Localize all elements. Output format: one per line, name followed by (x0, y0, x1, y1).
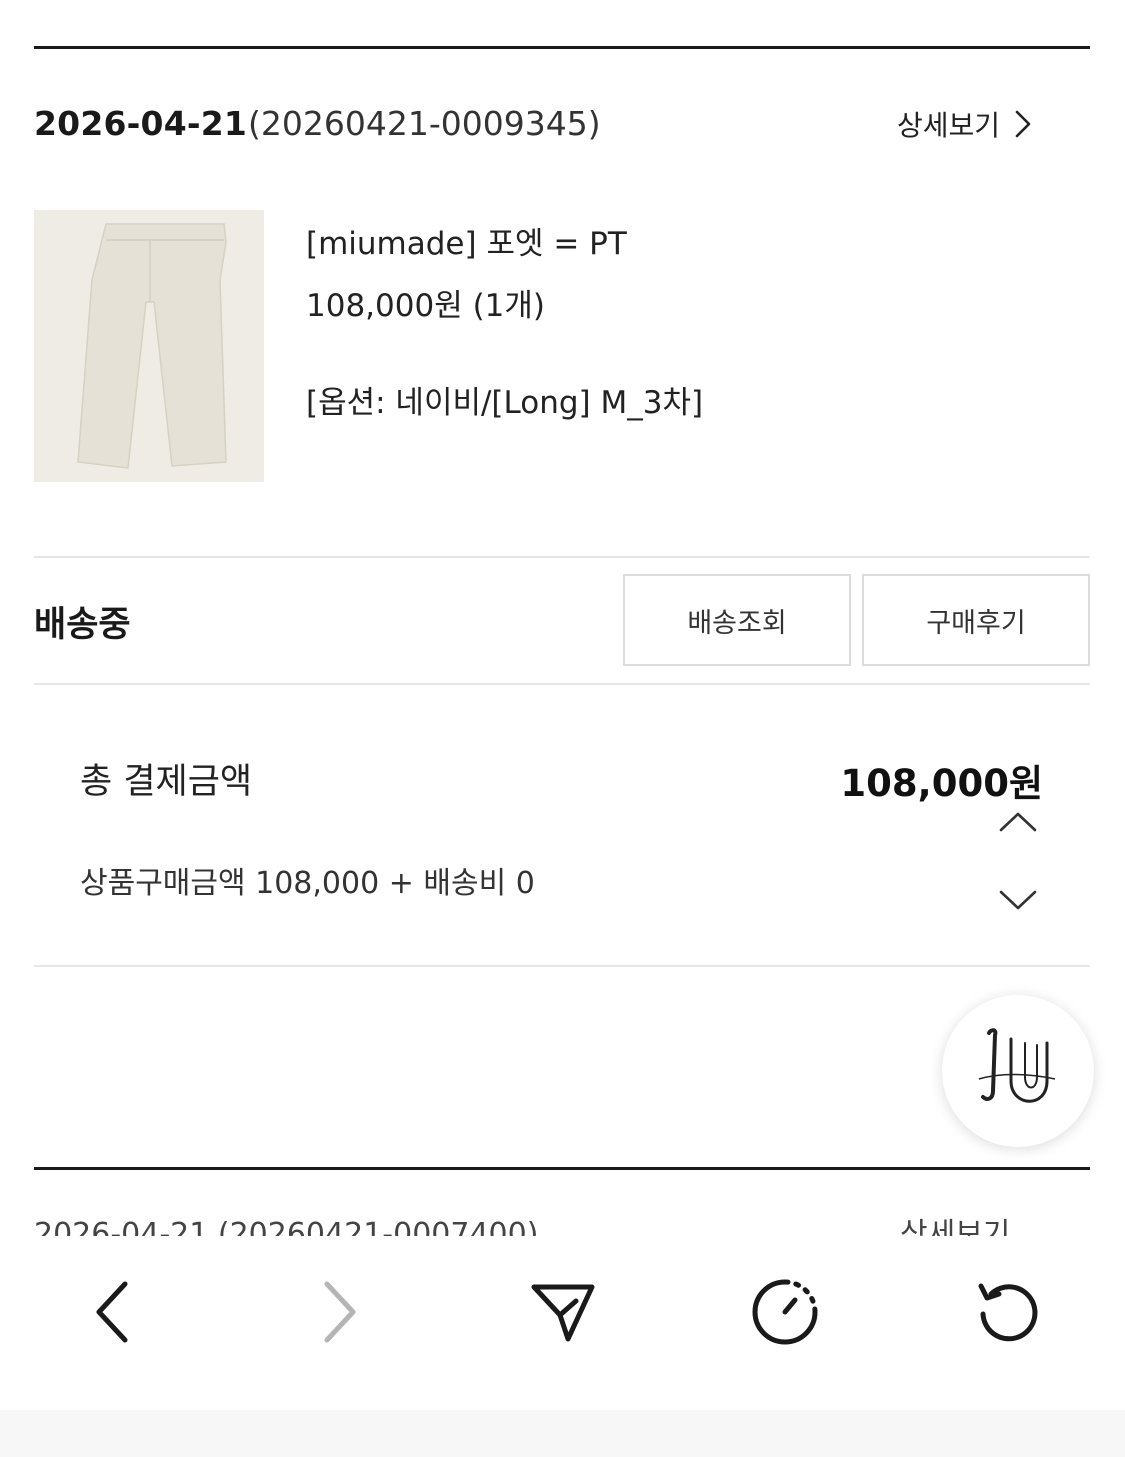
chevron-down-icon (999, 890, 1037, 910)
total-payment-label: 총 결제금액 (80, 762, 253, 802)
product-name[interactable]: [miumade] 포엣 = PT (306, 218, 627, 263)
order-separator (34, 1167, 1090, 1170)
refresh-icon (978, 1283, 1038, 1342)
order-date: 2026-04-21 (34, 104, 248, 143)
refresh-button[interactable] (964, 1267, 1054, 1357)
back-icon (96, 1281, 128, 1343)
collapse-button[interactable] (990, 802, 1046, 842)
detail-view-label: 상세보기 (897, 109, 1001, 142)
forward-button[interactable] (294, 1267, 384, 1357)
delivery-status: 배송중 (34, 605, 131, 645)
back-button[interactable] (68, 1267, 158, 1357)
share-button[interactable] (518, 1267, 608, 1357)
product-thumbnail[interactable] (34, 210, 264, 482)
next-order-peek: 2026-04-21 (20260421-0007400) 상세보기 (34, 1214, 1090, 1237)
top-divider (34, 46, 1090, 49)
chevron-right-icon (1015, 110, 1031, 138)
divider (34, 965, 1090, 967)
divider (34, 556, 1090, 558)
timer-icon (752, 1279, 818, 1345)
pants-image (34, 210, 264, 482)
forward-icon (324, 1281, 356, 1343)
detail-view-link[interactable]: 상세보기 (897, 104, 1032, 144)
total-payment-value: 108,000원 (840, 762, 1043, 805)
chevron-up-icon (999, 812, 1037, 832)
home-indicator-area (0, 1410, 1125, 1457)
next-detail-link[interactable]: 상세보기 (900, 1220, 1010, 1237)
product-price-quantity: 108,000원 (1개) (306, 288, 545, 324)
share-icon (531, 1284, 595, 1342)
product-option: [옵션: 네이비/[Long] M_3차] (306, 385, 704, 421)
brand-logo-icon (978, 1028, 1056, 1103)
timer-button[interactable] (740, 1267, 830, 1357)
divider (34, 683, 1090, 685)
order-number: (20260421-0009345) (248, 104, 601, 143)
expand-button[interactable] (990, 880, 1046, 920)
purchase-review-button[interactable]: 구매후기 (862, 574, 1090, 666)
brand-floating-button[interactable] (942, 995, 1094, 1147)
next-order-info: 2026-04-21 (20260421-0007400) (34, 1217, 539, 1237)
payment-breakdown: 상품구매금액 108,000 + 배송비 0 (80, 866, 535, 901)
track-delivery-button[interactable]: 배송조회 (623, 574, 851, 666)
